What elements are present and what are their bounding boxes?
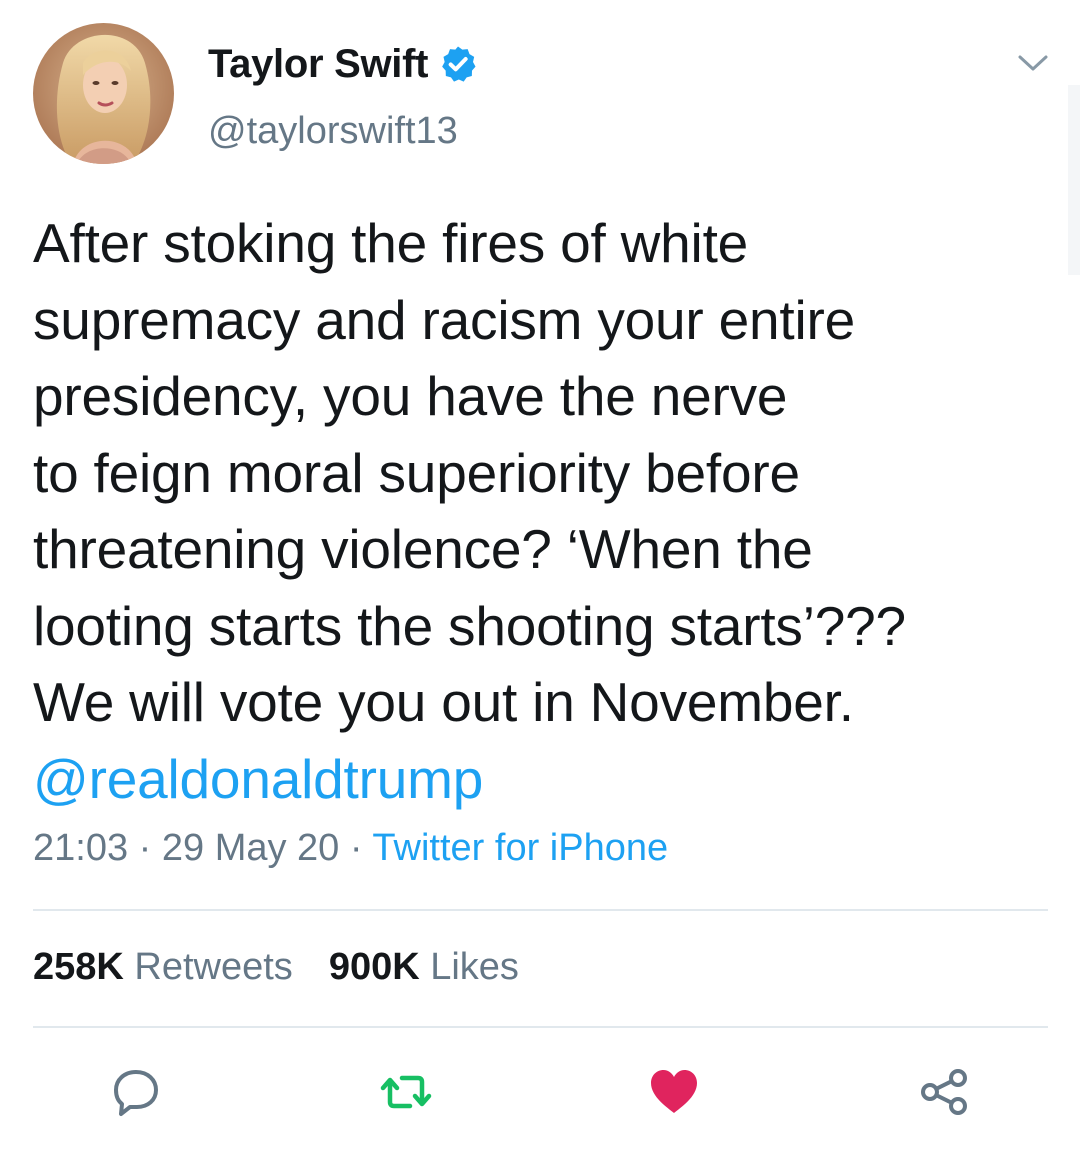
tweet-text-line: After stoking the fires of white [33, 212, 749, 274]
tweet-text-line: threatening violence? ‘When the [33, 518, 813, 580]
chevron-down-icon[interactable] [1016, 48, 1050, 78]
tweet-text-line: supremacy and racism your entire [33, 288, 855, 351]
scrollbar-track [1068, 85, 1080, 275]
likes-label: Likes [430, 946, 519, 988]
tweet-stats: 258K Retweets 900K Likes [33, 946, 519, 989]
retweets-label: Retweets [134, 946, 293, 988]
meta-separator: · [128, 827, 162, 869]
tweet-text-line: to feign moral superiority before [33, 441, 800, 504]
retweet-button[interactable] [380, 1066, 432, 1118]
tweet-detail: Taylor Swift @taylorswift13 After stokin… [0, 0, 1080, 1160]
avatar[interactable] [33, 23, 174, 164]
tweet-date: 29 May 20 [161, 827, 340, 869]
reply-button[interactable] [110, 1066, 162, 1118]
user-name-row[interactable]: Taylor Swift [208, 40, 478, 88]
tweet-text-line: We will vote you out in November. [33, 671, 854, 733]
retweet-icon [380, 1075, 432, 1109]
retweets-count: 258K [33, 946, 124, 988]
verified-badge-icon [438, 44, 478, 84]
heart-icon [651, 1070, 697, 1113]
reply-icon [114, 1070, 158, 1116]
tweet-time: 21:03 [33, 827, 129, 869]
like-button[interactable] [648, 1066, 700, 1118]
avatar-photo [33, 23, 174, 164]
tweet-source-link[interactable]: Twitter for iPhone [372, 827, 668, 869]
divider [33, 909, 1048, 911]
likes-stat[interactable]: 900K Likes [329, 946, 519, 988]
tweet-meta: 21:03 · 29 May 20 · Twitter for iPhone [33, 827, 668, 870]
retweets-stat[interactable]: 258K Retweets [33, 946, 293, 988]
tweet-text: After stoking the fires of white suprema… [33, 205, 1043, 817]
tweet-text-line: presidency, you have the nerve [33, 365, 788, 427]
meta-separator: · [339, 827, 373, 869]
likes-count: 900K [328, 946, 420, 988]
divider [33, 1026, 1048, 1028]
tweet-text-line: looting starts the shooting starts’??? [33, 594, 906, 657]
share-icon [921, 1069, 967, 1115]
display-name[interactable]: Taylor Swift [208, 42, 428, 87]
user-handle[interactable]: @taylorswift13 [208, 110, 458, 153]
mention-link[interactable]: @realdonaldtrump [33, 741, 1043, 818]
share-button[interactable] [918, 1066, 970, 1118]
